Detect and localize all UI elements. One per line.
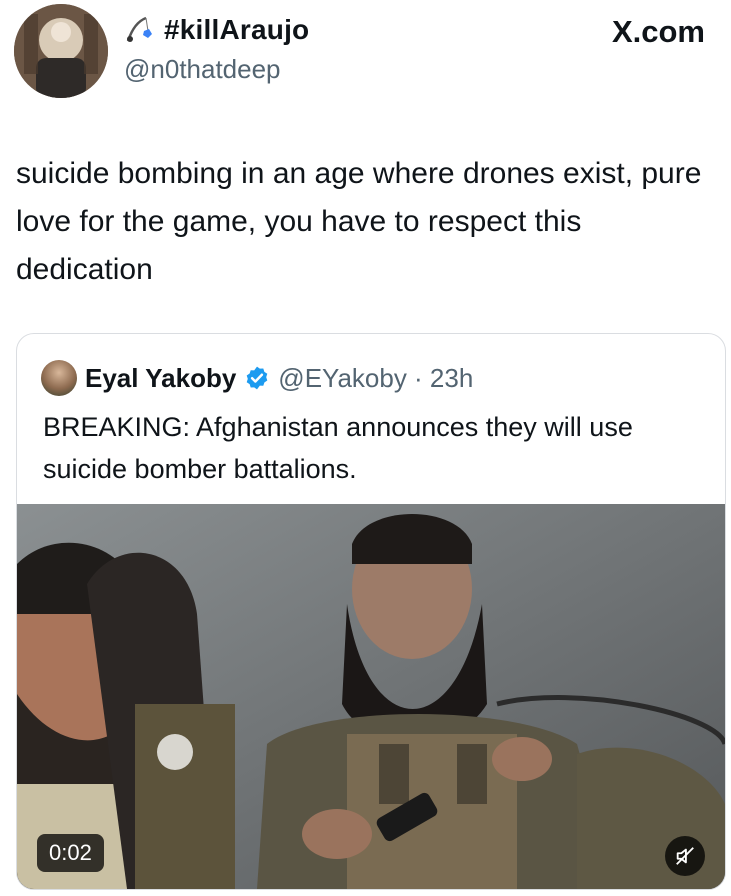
tweet-text: suicide bombing in an age where drones e… — [16, 157, 702, 286]
tweet-header: #killAraujo @n0thatdeep X.com — [0, 0, 731, 110]
author-avatar[interactable] — [14, 4, 108, 98]
quoted-tweet-video[interactable] — [17, 504, 725, 889]
quoted-author-handle-time[interactable]: @EYakoby · 23h — [278, 363, 473, 394]
author-handle[interactable]: @n0thatdeep — [124, 54, 281, 85]
fishing-rod-icon — [126, 16, 152, 42]
video-duration-badge: 0:02 — [37, 834, 104, 872]
quoted-author-avatar[interactable] — [41, 360, 77, 396]
video-frame — [17, 504, 725, 889]
author-name-row: #killAraujo — [124, 14, 309, 46]
author-display-name[interactable]: #killAraujo — [164, 14, 309, 46]
quoted-tweet-text: BREAKING: Afghanistan announces they wil… — [43, 412, 633, 484]
verified-badge-icon — [247, 366, 268, 390]
speaker-muted-icon — [676, 847, 694, 865]
mute-button[interactable] — [665, 836, 705, 876]
quoted-author-name[interactable]: Eyal Yakoby — [85, 363, 236, 394]
quoted-tweet-card[interactable]: Eyal Yakoby @EYakoby · 23h BREAKING: Afg… — [16, 333, 726, 890]
site-label: X.com — [611, 14, 705, 49]
quoted-tweet-header: Eyal Yakoby @EYakoby · 23h — [41, 360, 473, 396]
author-avatar-image — [14, 4, 108, 98]
